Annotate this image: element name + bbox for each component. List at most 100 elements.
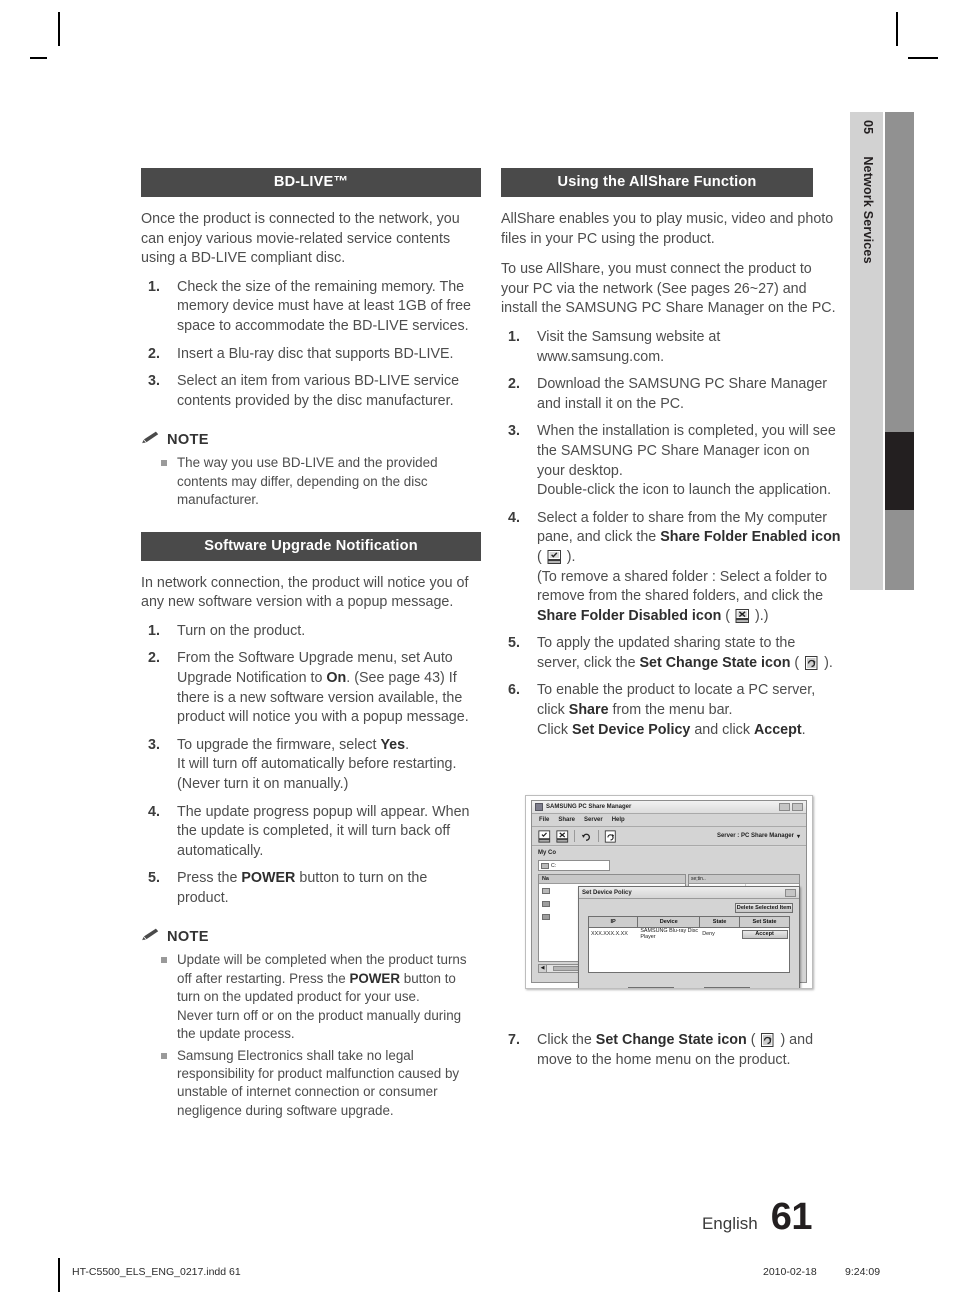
page-number: 61: [770, 1196, 813, 1238]
table-header-row: IP Device State Set State: [589, 917, 789, 928]
server-selector[interactable]: Server : PC Share Manager ▾: [717, 833, 800, 840]
menu-item-server[interactable]: Server: [584, 817, 603, 823]
step-text: Download the SAMSUNG PC Share Manager an…: [537, 376, 828, 412]
scroll-left-arrow[interactable]: ◀: [539, 965, 547, 972]
note-label: NOTE: [167, 929, 209, 946]
section-heading-allshare: Using the AllShare Function: [501, 168, 813, 197]
step-number: 5.: [508, 635, 520, 652]
step-number: 6.: [508, 682, 520, 699]
dialog-title: Set Device Policy: [582, 889, 632, 896]
share-folder-enabled-icon[interactable]: [538, 829, 551, 843]
left-list-header: Na: [539, 875, 685, 884]
share-folder-disabled-icon: [735, 608, 750, 623]
menu-item-help[interactable]: Help: [612, 817, 625, 823]
step-text: Check the size of the remaining memory. …: [177, 278, 472, 334]
step-text: The update progress popup will appear. W…: [177, 803, 470, 859]
cell-device: SAMSUNG Blu-ray Disc Player: [640, 928, 699, 940]
column-header-ip: IP: [589, 917, 639, 927]
app-content-area: My Co C: Na ◀ ▶ se;tin..: [532, 847, 806, 988]
step-item: 3. When the installation is completed, yo…: [501, 422, 841, 500]
print-filename: HT-C5500_ELS_ENG_0217.indd 61: [72, 1266, 241, 1278]
set-device-policy-dialog: Set Device Policy Delete Selected Item I…: [578, 886, 800, 988]
step-text: Click the Set Change State icon ( ) and …: [537, 1032, 814, 1068]
pencil-icon: [141, 928, 160, 946]
step-number: 1.: [148, 278, 160, 295]
note-heading-software-upgrade: NOTE: [141, 928, 481, 946]
dialog-footer: OK Cancel: [579, 987, 799, 988]
right-column: Using the AllShare Function AllShare ena…: [501, 168, 841, 740]
step-item: 2. Insert a Blu-ray disc that supports BD…: [141, 345, 481, 365]
delete-selected-item-button[interactable]: Delete Selected Item: [735, 903, 793, 913]
step-item: 5. To apply the updated sharing state to …: [501, 634, 841, 673]
step-number: 3.: [148, 736, 160, 753]
menu-item-share[interactable]: Share: [558, 817, 575, 823]
software-upgrade-steps: 1. Turn on the product. 2. From the Softwar…: [141, 622, 481, 909]
right-list-header: se;tin..: [689, 875, 799, 884]
my-computer-label: My Co: [538, 850, 556, 856]
step-text: Visit the Samsung website at www.samsung…: [537, 328, 721, 365]
note-heading-bd-live: NOTE: [141, 431, 481, 449]
print-date: 2010-02-18: [763, 1266, 817, 1278]
minimize-button[interactable]: [779, 803, 790, 811]
crop-mark-top-left-vertical: [58, 12, 60, 46]
step-item: 3. To upgrade the firmware, select Yes. It…: [141, 736, 481, 795]
chapter-tab-active-marker: [885, 432, 914, 510]
share-folder-disabled-icon[interactable]: [556, 829, 569, 843]
pencil-icon: [141, 431, 160, 449]
app-window-title: SAMSUNG PC Share Manager: [546, 804, 632, 810]
step-number: 1.: [148, 622, 160, 639]
dialog-close-button[interactable]: [785, 888, 796, 897]
cell-state: Deny: [702, 931, 715, 937]
step-number: 2.: [148, 345, 160, 362]
step-item: 1. Visit the Samsung website at www.samsu…: [501, 328, 841, 367]
bd-live-steps: 1. Check the size of the remaining memory…: [141, 278, 481, 412]
chevron-down-icon: ▾: [796, 833, 800, 840]
crop-mark-top-left-horizontal: [30, 57, 47, 59]
step-text: Select an item from various BD-LIVE serv…: [177, 373, 460, 409]
step-text: Press the POWER button to turn on the pr…: [177, 870, 428, 906]
chapter-tab-gray-bar: [885, 112, 914, 590]
step-text: To apply the updated sharing state to th…: [537, 635, 833, 671]
app-title-bar: SAMSUNG PC Share Manager: [532, 801, 806, 814]
dialog-title-bar: Set Device Policy: [579, 887, 799, 899]
page-footer: English 61: [0, 1196, 954, 1239]
drive-selector[interactable]: C:: [538, 860, 610, 871]
step-text: When the installation is completed, you …: [537, 423, 836, 499]
allshare-intro-1: AllShare enables you to play music, vide…: [501, 211, 834, 247]
set-change-state-icon[interactable]: [604, 829, 617, 843]
table-row[interactable]: XXX.XXX.X.XX SAMSUNG Blu-ray Disc Player…: [589, 928, 789, 940]
pc-share-manager-screenshot: SAMSUNG PC Share Manager File Share Serv…: [525, 795, 813, 989]
step-text: Turn on the product.: [177, 622, 306, 639]
share-folder-enabled-icon: [547, 549, 562, 564]
note-item: Update will be completed when the produc…: [141, 951, 481, 1043]
cell-ip: XXX.XXX.X.XX: [591, 931, 628, 937]
note-label: NOTE: [167, 432, 209, 449]
folder-icon: [542, 900, 550, 907]
step-item: 5. Press the POWER button to turn on the …: [141, 869, 481, 908]
step-text: To upgrade the firmware, select Yes. It w…: [177, 736, 457, 792]
step-item: 6. To enable the product to locate a PC s…: [501, 681, 841, 740]
refresh-icon[interactable]: [580, 830, 593, 843]
step-item: 2. From the Software Upgrade menu, set Au…: [141, 649, 481, 727]
accept-button[interactable]: Accept: [741, 929, 788, 939]
step-number: 7.: [508, 1032, 520, 1048]
app-menu-bar: File Share Server Help: [532, 814, 806, 827]
app-window: SAMSUNG PC Share Manager File Share Serv…: [531, 800, 807, 988]
column-header-state: State: [700, 917, 740, 927]
menu-item-file[interactable]: File: [539, 817, 549, 823]
window-controls: [779, 803, 803, 811]
note-item: The way you use BD-LIVE and the provided…: [141, 454, 481, 509]
step-text: From the Software Upgrade menu, set Auto…: [177, 650, 469, 726]
cancel-button[interactable]: Cancel: [704, 987, 750, 988]
step-text: Insert a Blu-ray disc that supports BD-L…: [177, 345, 454, 362]
cell-set-state: Accept: [740, 929, 789, 939]
server-label: Server : PC Share Manager: [716, 833, 794, 839]
software-upgrade-intro: In network connection, the product will …: [141, 574, 469, 611]
folder-icon: [541, 862, 549, 869]
step-number: 2.: [508, 376, 520, 393]
chapter-title: Network Services: [861, 156, 875, 264]
chapter-side-tab: 05 Network Services: [850, 112, 914, 590]
ok-button[interactable]: OK: [628, 987, 674, 988]
set-change-state-icon: [760, 1033, 775, 1047]
close-button[interactable]: [792, 803, 803, 811]
